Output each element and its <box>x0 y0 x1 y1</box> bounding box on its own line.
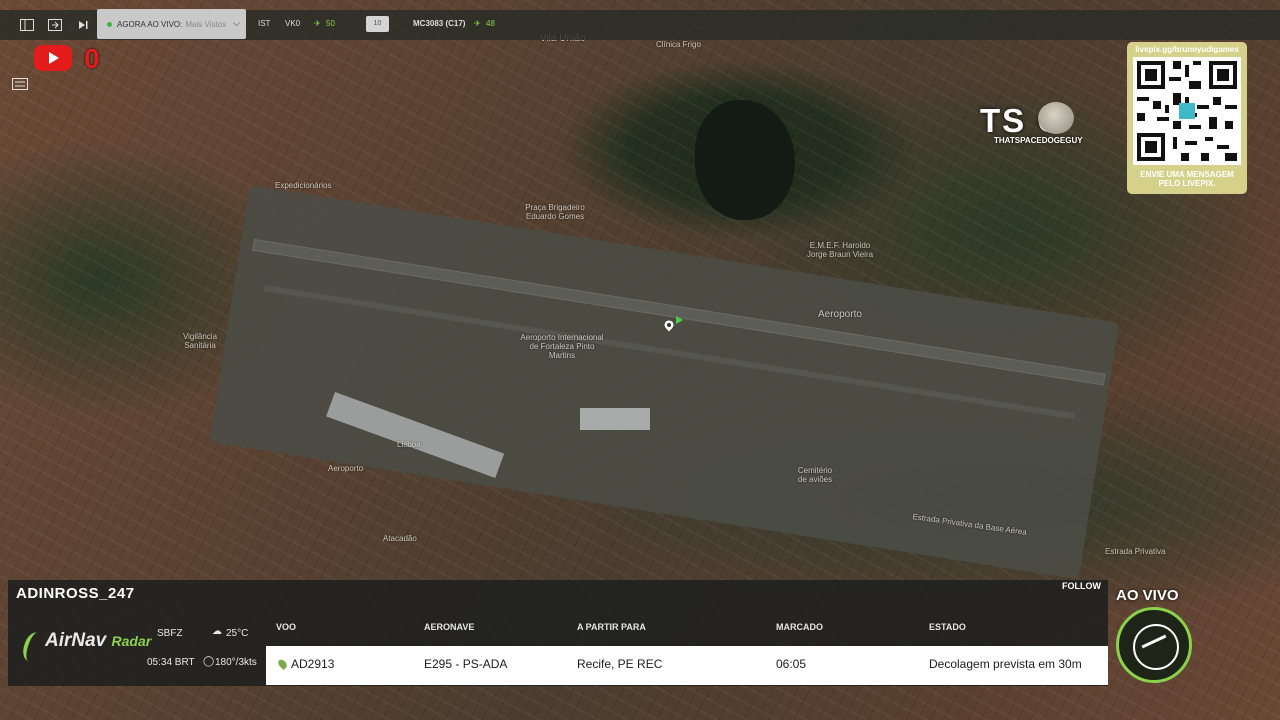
map-label-vigilancia: Vigilância Sanitária <box>182 332 218 350</box>
header-voo: VOO <box>276 622 297 632</box>
toolbar-count-b: 48 <box>486 19 495 28</box>
cloud-icon: ☁ <box>212 626 222 637</box>
chevron-down-icon[interactable]: ⌵ <box>233 18 240 29</box>
cell-a-partir-para: Recife, PE REC <box>577 657 663 671</box>
live-sort: Mais Vistos <box>185 19 227 29</box>
header-marcado: MARCADO <box>776 622 823 632</box>
follow-button[interactable]: FOLLOW <box>1062 581 1101 591</box>
local-time: 05:34 BRT <box>147 657 195 668</box>
skip-icon[interactable] <box>72 14 94 36</box>
airnav-brand-air: AirNav <box>45 630 107 651</box>
live-indicator-dot <box>107 21 112 27</box>
map-label-aeroporto: Aeroporto <box>818 309 862 320</box>
map-label-praca: Praça Brigadeiro Eduardo Gomes <box>525 203 585 221</box>
toolbar-flight-code[interactable]: MC3083 (C17) <box>413 19 465 28</box>
map-label-clinica: Clínica Frigo <box>656 40 701 49</box>
cell-voo: AD2913 <box>291 657 335 671</box>
plane-icon[interactable] <box>676 316 683 324</box>
list-icon[interactable] <box>12 78 30 94</box>
airfield <box>209 185 1120 580</box>
header-estado: ESTADO <box>929 622 966 632</box>
callsign: ADINROSS_247 <box>16 585 135 602</box>
map-label-atacadao: Atacadão <box>383 534 417 543</box>
doge-logo <box>1038 102 1074 134</box>
qr-code <box>1133 57 1241 165</box>
cell-estado: Decolagem prevista em 30m <box>929 657 1082 671</box>
toolbar-item-ist[interactable]: IST <box>258 19 270 28</box>
sidebar-collapse-icon[interactable] <box>16 14 38 36</box>
toolbar-count-b-icon: ✈ <box>474 19 481 28</box>
lake <box>695 100 795 220</box>
qr-bottom-line-1: ENVIE UMA MENSAGEM <box>1140 170 1234 179</box>
live-selector[interactable]: AGORA AO VIVO: Mais Vistos ⌵ <box>97 9 246 39</box>
map-label-aeroporto-2: Aeroporto <box>328 464 364 473</box>
channel-badge <box>1116 607 1192 683</box>
map-label-lisboa: Lisboa <box>397 440 421 449</box>
temperature: 25°C <box>226 628 249 639</box>
cell-marcado: 06:05 <box>776 657 807 671</box>
livepix-qr-card: livepix.gg/brunoyudigames ENVIE UMA MENS… <box>1127 42 1247 194</box>
qr-bottom-text: ENVIE UMA MENSAGEM PELO LIVEPIX. <box>1127 170 1247 188</box>
header-aeronave: AERONAVE <box>424 622 475 632</box>
qr-bottom-line-2: PELO LIVEPIX. <box>1158 179 1216 188</box>
map-label-emef: E.M.E.F. Haroldo Jorge Braun Vieira <box>806 241 874 259</box>
live-label: AGORA AO VIVO: <box>117 19 183 29</box>
wind-icon: ◯ <box>203 656 215 667</box>
toolbar-count-a: 50 <box>326 19 335 28</box>
ao-vivo-label: AO VIVO <box>1116 587 1179 604</box>
map-pin-icon[interactable] <box>664 320 674 332</box>
airport-code: SBFZ <box>157 628 183 639</box>
wind: 180°/3kts <box>215 657 257 668</box>
fullscreen-icon[interactable] <box>44 14 66 36</box>
channel-logo-subtitle: THATSPACEDOGEGUY <box>994 136 1083 145</box>
hangar-building <box>580 408 650 430</box>
toolbar-badge[interactable]: 10 <box>366 16 389 32</box>
qr-top-text: livepix.gg/brunoyudigames <box>1135 45 1239 54</box>
badge-inner-ring <box>1133 624 1179 670</box>
toolbar-item-vk[interactable]: VK0 <box>285 19 300 28</box>
airnav-logo: AirNav Radar <box>45 630 151 652</box>
airnav-brand-radar: Radar <box>111 633 152 649</box>
toolbar-count-a-icon: ✈ <box>314 19 321 28</box>
map-label-aeroporto-internacional: Aeroporto Internacional de Fortaleza Pin… <box>520 333 604 360</box>
youtube-count: 0 <box>84 43 100 74</box>
cell-aeronave: E295 - PS-ADA <box>424 657 508 671</box>
map-label-expedicionarios: Expedicionários <box>275 181 332 190</box>
map-label-cemiterio: Cemitério de aviões <box>797 466 833 484</box>
header-a-partir-para: A PARTIR PARA <box>577 622 646 632</box>
youtube-icon <box>34 45 72 71</box>
map-label-estrada-2: Estrada Privativa <box>1105 547 1166 556</box>
